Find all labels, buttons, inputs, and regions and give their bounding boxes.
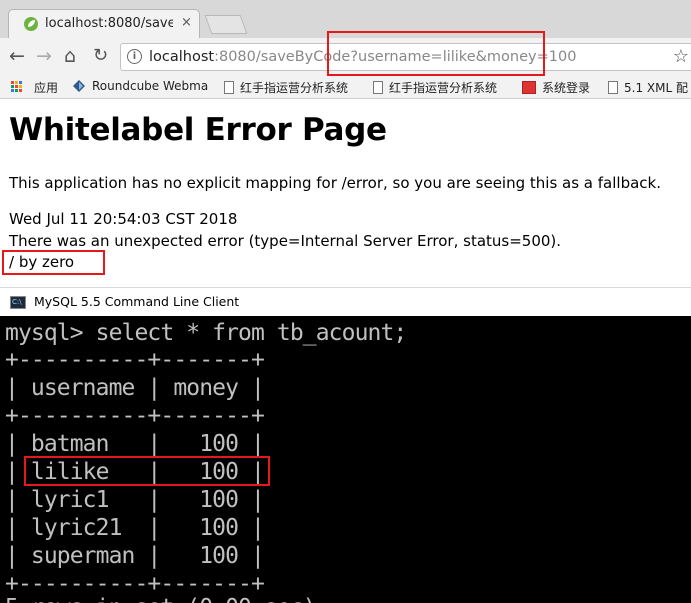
apps-grid-icon[interactable] [11, 81, 23, 93]
url-params-highlight [327, 31, 545, 76]
bookmark-login[interactable]: 系统登录 [522, 79, 590, 96]
page-icon [608, 81, 618, 94]
table-row: | superman | 100 | [5, 543, 265, 569]
bookmark-hongshouzhi-2[interactable]: 红手指运营分析系统 [373, 79, 497, 96]
error-timestamp: Wed Jul 11 20:54:03 CST 2018 [9, 210, 238, 228]
console-command-line: mysql> select * from tb_acount; [5, 320, 407, 346]
lilike-row-highlight [24, 456, 270, 486]
console-window-title: MySQL 5.5 Command Line Client [34, 294, 240, 309]
table-header-row: | username | money | [5, 375, 265, 401]
spring-leaf-icon [24, 17, 38, 31]
tab-close-icon[interactable]: × [181, 15, 192, 30]
tab-title: localhost:8080/saveByC [45, 16, 173, 31]
table-row: | batman | 100 | [5, 431, 265, 457]
back-arrow-icon[interactable]: ← [9, 45, 25, 67]
page-icon [224, 81, 234, 94]
bookmarks-bar: 应用 Roundcube Webma 红手指运营分析系统 红手指运营分析系统 系… [0, 76, 691, 99]
exception-highlight [2, 250, 105, 275]
error-description: There was an unexpected error (type=Inte… [9, 232, 562, 250]
page-icon [373, 81, 383, 94]
table-row: | lyric21 | 100 | [5, 515, 265, 541]
bookmark-apps[interactable]: 应用 [34, 79, 58, 96]
fallback-message: This application has no explicit mapping… [9, 174, 661, 192]
roundcube-icon [73, 80, 85, 92]
home-icon[interactable]: ⌂ [64, 45, 76, 67]
bookmark-star-icon[interactable]: ☆ [673, 46, 689, 67]
new-tab-button[interactable] [204, 15, 248, 34]
bookmark-hongshouzhi-1[interactable]: 红手指运营分析系统 [224, 79, 348, 96]
result-summary: 5 rows in set (0.00 sec) [5, 594, 317, 603]
red-app-icon [522, 81, 536, 94]
reload-icon[interactable]: ↻ [93, 45, 108, 67]
browser-tab[interactable]: localhost:8080/saveByC × [8, 9, 200, 38]
bookmark-roundcube[interactable]: Roundcube Webma [72, 79, 208, 93]
page-title: Whitelabel Error Page [9, 112, 387, 148]
info-icon[interactable]: i [127, 49, 142, 64]
table-border-top: +----------+-------+ [5, 347, 265, 373]
console-titlebar: C:\ MySQL 5.5 Command Line Client [0, 287, 691, 317]
console-output[interactable]: mysql> select * from tb_acount; +-------… [0, 316, 691, 603]
table-border-mid: +----------+-------+ [5, 403, 265, 429]
terminal-icon: C:\ [10, 296, 26, 309]
forward-arrow-icon[interactable]: → [36, 45, 52, 67]
table-row: | lyric1 | 100 | [5, 487, 265, 513]
bookmark-xml[interactable]: 5.1 XML 配 [608, 79, 688, 96]
